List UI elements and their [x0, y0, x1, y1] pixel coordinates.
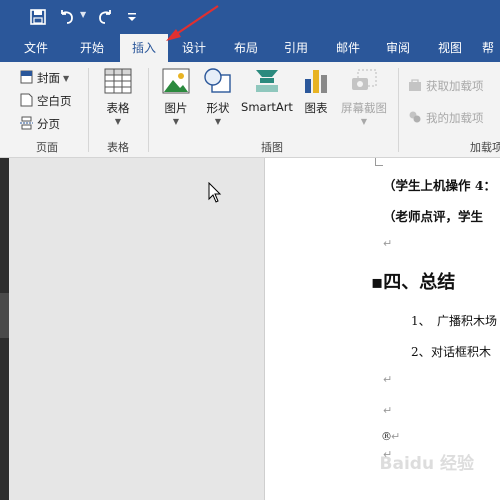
smartart-button[interactable]: SmartArt [240, 68, 294, 114]
tab-file[interactable]: 文件 [14, 34, 58, 62]
mouse-cursor-icon [208, 182, 222, 203]
tab-insert[interactable]: 插入 [120, 34, 168, 62]
shapes-icon [203, 68, 233, 97]
store-icon [408, 78, 422, 95]
chart-button[interactable]: 图表 [298, 68, 334, 116]
cover-page-button[interactable]: 封面 ▼ [20, 68, 69, 88]
watermark: Baidu 经验 [379, 454, 474, 474]
tab-home[interactable]: 开始 [70, 34, 114, 62]
tab-help[interactable]: 帮 [482, 34, 500, 62]
margin-corner-mark [375, 158, 383, 166]
blank-page-label: 空白页 [37, 94, 72, 108]
smartart-icon [252, 68, 282, 97]
tab-review[interactable]: 审阅 [376, 34, 420, 62]
page-break-label: 分页 [37, 117, 60, 131]
chart-icon [303, 68, 329, 97]
paragraph-mark: ↵ [383, 404, 393, 417]
screenshot-button[interactable]: 屏幕截图 ▼ [338, 68, 390, 126]
title-bar: ▼ [0, 0, 500, 34]
illustrations-group-label: 插图 [261, 141, 283, 154]
paragraph-mark: ↵ [383, 237, 393, 250]
doc-heading-summary: ▪四、总结 [371, 272, 456, 293]
ribbon-tabs: 文件 开始 插入 设计 布局 引用 邮件 审阅 视图 帮 [0, 34, 500, 62]
addins-icon [408, 110, 422, 127]
my-addins-label: 我的加载项 [426, 111, 484, 125]
cover-page-label: 封面 [37, 71, 60, 85]
shapes-label: 形状 [206, 101, 230, 115]
table-dropdown-icon: ▼ [114, 117, 122, 126]
customize-quick-access-icon[interactable] [124, 6, 140, 28]
undo-icon[interactable] [57, 6, 77, 28]
cover-page-icon [20, 70, 33, 87]
screenshot-dropdown-icon: ▼ [360, 117, 368, 126]
table-label: 表格 [106, 101, 130, 115]
ribbon-insert: 封面 ▼ 空白页 分页 页面 表格 ▼ 表格 图片 ▼ 形状 ▼ SmartAr… [0, 62, 500, 158]
paragraph-mark: ↵ [383, 373, 393, 386]
undo-dropdown-icon[interactable]: ▼ [80, 10, 86, 19]
tab-view[interactable]: 视图 [428, 34, 472, 62]
table-icon [104, 68, 132, 97]
tab-mailings[interactable]: 邮件 [326, 34, 370, 62]
get-addins-label: 获取加载项 [426, 79, 484, 93]
tab-design[interactable]: 设计 [172, 34, 216, 62]
page-break-icon [20, 116, 33, 133]
tables-group-label: 表格 [107, 141, 129, 154]
doc-list-item-2: 对话框积木 [431, 345, 492, 359]
blank-page-button[interactable]: 空白页 [20, 91, 72, 111]
table-button[interactable]: 表格 ▼ [96, 68, 140, 126]
get-addins-button[interactable]: 获取加载项 [408, 76, 484, 96]
pictures-dropdown-icon: ▼ [172, 117, 180, 126]
tab-references[interactable]: 引用 [274, 34, 318, 62]
paragraph-mark: ↵ [391, 430, 401, 443]
doc-list-item-1: 广播积木场 [437, 314, 498, 328]
screenshot-icon [350, 68, 378, 97]
doc-line-student-practice: （学生上机操作 4： [383, 178, 497, 193]
shapes-button[interactable]: 形状 ▼ [198, 68, 238, 126]
blank-page-icon [20, 93, 33, 110]
side-strip-highlight [0, 293, 9, 338]
pages-group-label: 页面 [36, 141, 58, 154]
separator [148, 68, 149, 152]
my-addins-button[interactable]: 我的加载项 [408, 108, 484, 128]
doc-line-teacher-comment: （老师点评，学生 [383, 209, 484, 224]
pictures-button[interactable]: 图片 ▼ [156, 68, 196, 126]
save-icon[interactable] [27, 6, 49, 28]
separator [88, 68, 89, 152]
addins-group-label: 加载项 [470, 141, 500, 154]
cover-page-dropdown-icon: ▼ [63, 73, 70, 83]
picture-icon [162, 68, 190, 97]
shapes-dropdown-icon: ▼ [214, 117, 222, 126]
doc-list-number-2: 2、 [411, 345, 431, 359]
pictures-label: 图片 [164, 101, 188, 115]
side-strip [0, 158, 9, 500]
separator [398, 68, 399, 152]
page-break-button[interactable]: 分页 [20, 114, 60, 134]
doc-list-number-1: 1、 [411, 314, 431, 328]
redo-icon[interactable] [95, 6, 115, 28]
smartart-label: SmartArt [241, 100, 293, 114]
screenshot-label: 屏幕截图 [341, 101, 387, 115]
chart-label: 图表 [304, 101, 328, 115]
tab-layout[interactable]: 布局 [224, 34, 268, 62]
